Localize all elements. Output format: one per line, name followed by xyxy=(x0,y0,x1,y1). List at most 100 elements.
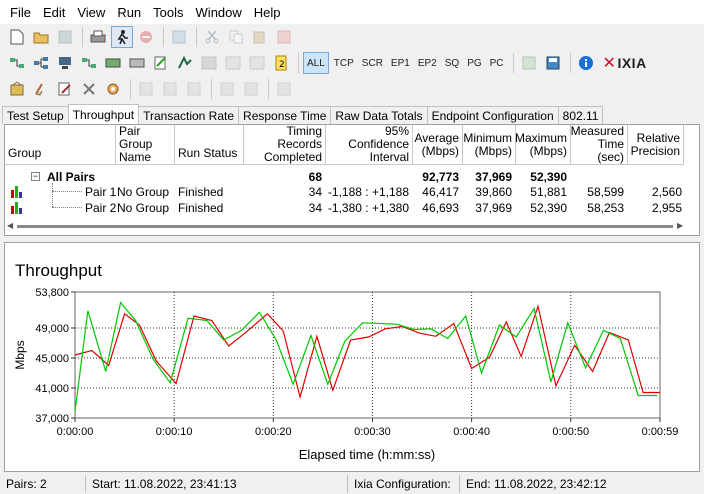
filter-tcp-button[interactable]: TCP xyxy=(331,52,357,74)
column-header-label: Group xyxy=(8,146,42,160)
count-icon[interactable] xyxy=(222,52,244,74)
toolbar-separator xyxy=(82,27,83,47)
column-header-timing-records[interactable]: Timing Records Completed xyxy=(244,125,326,165)
collapse-toggle-icon[interactable]: − xyxy=(31,172,40,181)
toolbar-separator xyxy=(298,53,299,73)
filter-scr-button[interactable]: SCR xyxy=(359,52,386,74)
menu-help[interactable]: Help xyxy=(248,5,287,20)
ungroup-icon[interactable] xyxy=(240,78,262,100)
tab-throughput[interactable]: Throughput xyxy=(67,104,140,124)
script-icon[interactable] xyxy=(150,52,172,74)
rename-icon[interactable] xyxy=(126,52,148,74)
edit-multicast-icon[interactable] xyxy=(102,52,124,74)
horizontal-scrollbar[interactable]: ◀ ▶ xyxy=(5,221,685,231)
tab-endpoint-configuration[interactable]: Endpoint Configuration xyxy=(426,106,559,124)
svg-text:2: 2 xyxy=(279,60,285,70)
maximum-mbps: 51,881 xyxy=(530,185,567,199)
group-icon[interactable] xyxy=(216,78,238,100)
menu-edit[interactable]: Edit xyxy=(37,5,71,20)
timing-records: 34 xyxy=(308,185,322,199)
stop-icon[interactable] xyxy=(135,26,157,48)
sort-icon[interactable] xyxy=(183,78,205,100)
copy-report-icon[interactable] xyxy=(168,26,190,48)
scrollbar-thumb[interactable] xyxy=(17,225,673,228)
x-tick-label: 0:00:20 xyxy=(255,426,292,438)
table-row-all-pairs[interactable]: − All Pairs 68 92,773 37,969 52,390 xyxy=(5,169,699,185)
column-header-confidence-interval[interactable]: 95% Confidence Interval xyxy=(326,125,413,165)
delete-icon[interactable] xyxy=(273,26,295,48)
toolbar-separator xyxy=(163,27,164,47)
scroll-right-icon[interactable]: ▶ xyxy=(677,221,683,230)
column-header-average[interactable]: Average (Mbps) xyxy=(413,125,463,165)
run-icon[interactable] xyxy=(111,26,133,48)
column-header-relative-precision[interactable]: Relative Precision xyxy=(628,125,684,165)
filter-ep1-button[interactable]: EP1 xyxy=(388,52,413,74)
tab-test-setup[interactable]: Test Setup xyxy=(2,106,69,124)
column-header-run-status[interactable]: Run Status xyxy=(175,125,244,165)
menu-view[interactable]: View xyxy=(71,5,111,20)
menu-run[interactable]: Run xyxy=(111,5,147,20)
x-axis-label: Elapsed time (h:mm:ss) xyxy=(299,447,436,462)
column-header-label: Relative Precision xyxy=(630,130,680,158)
network-icon[interactable] xyxy=(54,52,76,74)
layout-icon[interactable] xyxy=(273,78,295,100)
throughput-chart-panel: Throughput Mbps Elapsed time (h:mm:ss) 5… xyxy=(4,242,700,472)
filter-ep2-button[interactable]: EP2 xyxy=(415,52,440,74)
toolbar-separator xyxy=(130,79,131,99)
confidence-interval: -1,380 : +1,380 xyxy=(327,201,409,215)
edit-script-icon[interactable] xyxy=(54,78,76,100)
tab-transaction-rate[interactable]: Transaction Rate xyxy=(138,106,240,124)
menu-tools[interactable]: Tools xyxy=(147,5,189,20)
save-results-icon[interactable] xyxy=(542,52,564,74)
toolbar-pairs: 2 ALL TCP SCR EP1 EP2 SQ PG PC ✕ IXIA xyxy=(0,50,704,76)
print-icon[interactable] xyxy=(87,26,109,48)
filter-sq-button[interactable]: SQ xyxy=(442,52,462,74)
tab-response-time[interactable]: Response Time xyxy=(238,106,332,124)
add-pair-icon[interactable] xyxy=(6,52,28,74)
column-header-label: Minimum (Mbps) xyxy=(463,130,512,158)
edit-pair-icon[interactable] xyxy=(78,52,100,74)
filter-pc-button[interactable]: PC xyxy=(487,52,507,74)
menu-file[interactable]: File xyxy=(4,5,37,20)
endpoint-icon[interactable] xyxy=(174,52,196,74)
column-header-group[interactable]: Group xyxy=(5,125,116,165)
paste-icon[interactable] xyxy=(249,26,271,48)
chart-copy-icon[interactable] xyxy=(246,52,268,74)
scroll-left-icon[interactable]: ◀ xyxy=(7,221,13,230)
gear-icon[interactable] xyxy=(102,78,124,100)
table-row[interactable]: Pair 1 No Group Finished 34 -1,188 : +1,… xyxy=(5,184,699,200)
add-multicast-icon[interactable] xyxy=(30,52,52,74)
table-row[interactable]: Pair 2 No Group Finished 34 -1,380 : +1,… xyxy=(5,200,699,216)
y-tick-label: 45,000 xyxy=(35,353,69,365)
new-file-icon[interactable] xyxy=(6,26,28,48)
toolbar-separator xyxy=(268,79,269,99)
wizard-icon[interactable] xyxy=(6,78,28,100)
column-header-pair-group-name[interactable]: Pair Group Name xyxy=(116,125,175,165)
throughput-chart: Throughput Mbps Elapsed time (h:mm:ss) 5… xyxy=(13,261,679,462)
column-header-maximum[interactable]: Maximum (Mbps) xyxy=(515,125,571,165)
tab-raw-data-totals[interactable]: Raw Data Totals xyxy=(330,106,428,124)
copy-icon[interactable] xyxy=(225,26,247,48)
filter-pg-button[interactable]: PG xyxy=(464,52,484,74)
priority-icon[interactable]: 2 xyxy=(270,52,292,74)
save-icon[interactable] xyxy=(54,26,76,48)
tab-strip: Test Setup Throughput Transaction Rate R… xyxy=(0,104,704,124)
filter-all-button[interactable]: ALL xyxy=(303,52,329,74)
info-icon[interactable] xyxy=(575,52,597,74)
toolbar-separator xyxy=(512,53,514,73)
column-header-minimum[interactable]: Minimum (Mbps) xyxy=(463,125,516,165)
column-header-measured-time[interactable]: Measured Time (sec) xyxy=(571,125,628,165)
open-folder-icon[interactable] xyxy=(30,26,52,48)
x-tick-label: 0:00:59 xyxy=(642,426,679,438)
export-icon[interactable] xyxy=(518,52,540,74)
multi-icon[interactable] xyxy=(198,52,220,74)
broom-icon[interactable] xyxy=(30,78,52,100)
expand-icon[interactable] xyxy=(159,78,181,100)
tools-icon[interactable] xyxy=(78,78,100,100)
cut-icon[interactable] xyxy=(201,26,223,48)
column-header-label: Run Status xyxy=(178,146,238,160)
collapse-icon[interactable] xyxy=(135,78,157,100)
measured-time: 58,253 xyxy=(587,201,624,215)
tab-802-11[interactable]: 802.11 xyxy=(557,106,604,124)
menu-window[interactable]: Window xyxy=(190,5,248,20)
